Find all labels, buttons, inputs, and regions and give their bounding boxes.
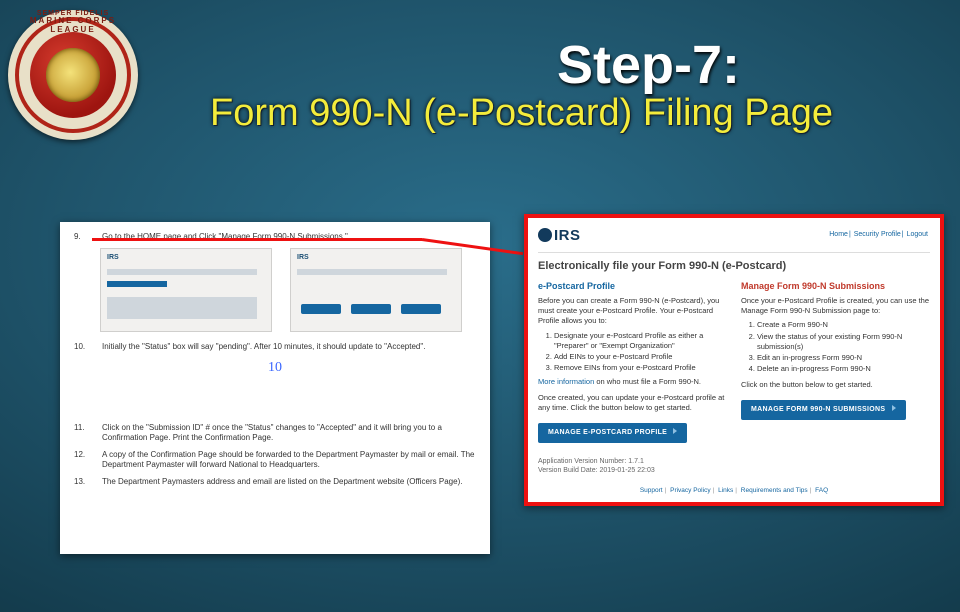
list-item: Edit an in-progress Form 990-N [757, 353, 930, 363]
instruction-text: Click on the "Submission ID" # once the … [102, 423, 476, 444]
list-item: Create a Form 990-N [757, 320, 930, 330]
irs-top-links: Home| Security Profile| Logout [829, 230, 928, 239]
instruction-number: 10. [74, 342, 88, 352]
instruction-row: 10. Initially the "Status" box will say … [74, 342, 476, 352]
footer-link[interactable]: Support [640, 487, 663, 494]
irs-link-logout[interactable]: Logout [907, 231, 928, 238]
list-item: View the status of your existing Form 99… [757, 332, 930, 352]
manage-submissions-button[interactable]: MANAGE FORM 990-N SUBMISSIONS [741, 400, 906, 419]
build-label: Version Build Date: [538, 467, 598, 474]
mcl-emblem: MARINE CORPS LEAGUE SEMPER FIDELIS [8, 10, 138, 140]
section-below-text: Click on the button below to get started… [741, 380, 930, 390]
more-info-line: More information on who must file a Form… [538, 377, 727, 387]
section-intro: Once your e-Postcard Profile is created,… [741, 296, 930, 316]
button-label: MANAGE E-POSTCARD PROFILE [548, 429, 667, 436]
instruction-text: Go to the HOME page and Click "Manage Fo… [102, 232, 348, 242]
more-info-tail: on who must file a Form 990-N. [594, 377, 701, 386]
instruction-text: Initially the "Status" box will say "pen… [102, 342, 425, 352]
irs-mini-logo: IRS [107, 253, 119, 262]
instruction-number: 11. [74, 423, 88, 444]
build-value: 2019-01-25 22:03 [600, 467, 655, 474]
mini-screenshot-1: IRS [100, 248, 272, 332]
irs-footer-links: Support| Privacy Policy| Links| Requirem… [528, 487, 940, 496]
list-item: Add EINs to your e-Postcard Profile [554, 352, 727, 362]
col-manage-submissions: Manage Form 990-N Submissions Once your … [741, 280, 930, 443]
more-info-link[interactable]: More information [538, 377, 594, 386]
instruction-number: 12. [74, 450, 88, 471]
center-number: 10 [74, 359, 476, 377]
profile-list: Designate your e-Postcard Profile as eit… [554, 331, 727, 374]
mini-screenshots: IRS IRS [100, 248, 476, 332]
step-subtitle: Form 990-N (e-Postcard) Filing Page [200, 92, 920, 135]
footer-link[interactable]: Requirements and Tips [741, 487, 808, 494]
section-below-text: Once created, you can update your e-Post… [538, 393, 727, 413]
manage-profile-button[interactable]: MANAGE E-POSTCARD PROFILE [538, 423, 687, 442]
footer-link[interactable]: FAQ [815, 487, 828, 494]
button-label: MANAGE FORM 990-N SUBMISSIONS [751, 406, 885, 413]
section-heading-submissions: Manage Form 990-N Submissions [741, 280, 930, 292]
mini-screenshot-2: IRS [290, 248, 462, 332]
instruction-number: 9. [74, 232, 88, 242]
instruction-text: A copy of the Confirmation Page should b… [102, 450, 476, 471]
instruction-row: 9. Go to the HOME page and Click "Manage… [74, 232, 476, 242]
col-epostcard-profile: e-Postcard Profile Before you can create… [538, 280, 727, 443]
section-intro: Before you can create a Form 990-N (e-Po… [538, 296, 727, 326]
irs-seal-icon [538, 228, 552, 242]
instruction-row: 12. A copy of the Confirmation Page shou… [74, 450, 476, 471]
version-label: Application Version Number: [538, 458, 626, 465]
footer-link[interactable]: Privacy Policy [670, 487, 710, 494]
section-heading-profile: e-Postcard Profile [538, 280, 727, 292]
list-item: Remove EINs from your e-Postcard Profile [554, 363, 727, 373]
submissions-list: Create a Form 990-N View the status of y… [757, 320, 930, 374]
instruction-text: The Department Paymasters address and em… [102, 477, 462, 487]
headline: Step-7: Form 990-N (e-Postcard) Filing P… [200, 34, 920, 135]
list-item: Delete an in-progress Form 990-N [757, 364, 930, 374]
irs-page-title: Electronically file your Form 990-N (e-P… [538, 259, 930, 274]
chevron-right-icon [673, 428, 677, 434]
irs-logo-text: IRS [554, 227, 581, 244]
irs-link-home[interactable]: Home [829, 231, 848, 238]
instruction-row: 13. The Department Paymasters address an… [74, 477, 476, 487]
emblem-bottom-text: SEMPER FIDELIS [8, 10, 138, 134]
list-item: Designate your e-Postcard Profile as eit… [554, 331, 727, 351]
app-meta: Application Version Number: 1.7.1 Versio… [538, 457, 930, 476]
irs-filing-page: IRS Home| Security Profile| Logout Elect… [524, 214, 944, 506]
version-value: 1.7.1 [628, 458, 644, 465]
chevron-right-icon [892, 405, 896, 411]
irs-link-security-profile[interactable]: Security Profile [854, 231, 901, 238]
instruction-number: 13. [74, 477, 88, 487]
instructions-panel: 9. Go to the HOME page and Click "Manage… [60, 222, 490, 554]
footer-link[interactable]: Links [718, 487, 733, 494]
irs-mini-logo: IRS [297, 253, 309, 262]
instruction-row: 11. Click on the "Submission ID" # once … [74, 423, 476, 444]
step-label: Step-7: [200, 34, 740, 96]
